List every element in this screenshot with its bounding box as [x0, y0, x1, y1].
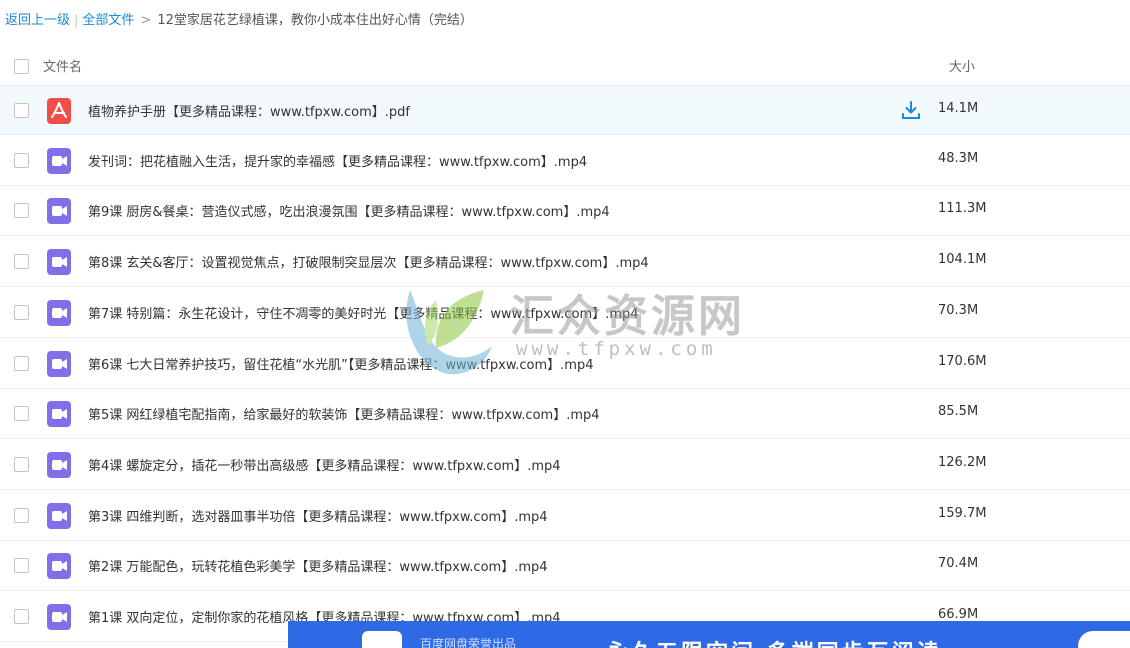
file-size: 48.3M: [938, 150, 979, 166]
row-checkbox[interactable]: [14, 203, 29, 219]
video-icon: [47, 502, 71, 529]
file-name[interactable]: 发刊词：把花植融入生活，提升家的幸福感【更多精品课程：www.tfpxw.com…: [88, 151, 587, 170]
back-link[interactable]: 返回上一级: [5, 13, 70, 28]
file-name[interactable]: 第3课 四维判断，选对器皿事半功倍【更多精品课程：www.tfpxw.com】.…: [88, 506, 548, 525]
file-size: 126.2M: [938, 454, 987, 470]
table-row[interactable]: 第4课 螺旋定分，插花一秒带出高级感【更多精品课程：www.tfpxw.com】…: [0, 440, 1130, 490]
table-row[interactable]: 第2课 万能配色，玩转花植色彩美学【更多精品课程：www.tfpxw.com】.…: [0, 541, 1130, 592]
file-size: 170.6M: [938, 353, 987, 369]
breadcrumb-separator: |: [74, 13, 79, 28]
promo-banner[interactable]: 百度网盘荣誉出品 永久五限空间 多端同步互阅读: [288, 621, 1130, 648]
table-row[interactable]: 植物养护手册【更多精品课程：www.tfpxw.com】.pdf 14.1M: [0, 85, 1130, 135]
row-checkbox[interactable]: [14, 152, 29, 168]
breadcrumb: 返回上一级 | 全部文件 >12堂家居花艺绿植课，教你小成本住出好心情（完结）: [5, 10, 473, 32]
banner-headline: 永久五限空间 多端同步互阅读: [606, 635, 942, 648]
row-checkbox[interactable]: [14, 406, 29, 422]
video-icon: [47, 553, 71, 580]
breadcrumb-arrow: >: [140, 13, 152, 28]
file-name[interactable]: 第7课 特别篇：永生花设计，守住不凋零的美好时光【更多精品课程：www.tfpx…: [88, 303, 639, 322]
file-size: 159.7M: [938, 505, 987, 521]
video-icon: [47, 147, 71, 174]
video-icon: [47, 451, 71, 478]
table-row[interactable]: 第6课 七大日常养护技巧，留住花植“水光肌”【更多精品课程：www.tfpxw.…: [0, 339, 1130, 389]
pdf-icon: [47, 98, 71, 124]
file-size: 70.3M: [938, 302, 979, 318]
all-files-link[interactable]: 全部文件: [82, 13, 134, 28]
video-icon: [47, 350, 71, 377]
table-header: 文件名 大小: [0, 47, 1130, 86]
row-checkbox[interactable]: [14, 558, 29, 574]
banner-action-button[interactable]: [1078, 631, 1130, 648]
video-icon: [47, 198, 71, 225]
column-header-name[interactable]: 文件名: [43, 56, 82, 75]
file-name[interactable]: 第9课 厨房&餐桌：营造仪式感，吃出浪漫氛围【更多精品课程：www.tfpxw.…: [88, 201, 610, 220]
table-row[interactable]: 第7课 特别篇：永生花设计，守住不凋零的美好时光【更多精品课程：www.tfpx…: [0, 288, 1130, 338]
row-checkbox[interactable]: [14, 507, 29, 523]
video-icon: [47, 401, 71, 428]
file-name[interactable]: 第6课 七大日常养护技巧，留住花植“水光肌”【更多精品课程：www.tfpxw.…: [88, 354, 593, 373]
table-row[interactable]: 第5课 网红绿植宅配指南，给家最好的软装饰【更多精品课程：www.tfpxw.c…: [0, 389, 1130, 440]
table-row[interactable]: 第8课 玄关&客厅：设置视觉焦点，打破限制突显层次【更多精品课程：www.tfp…: [0, 237, 1130, 288]
file-name[interactable]: 第8课 玄关&客厅：设置视觉焦点，打破限制突显层次【更多精品课程：www.tfp…: [88, 252, 649, 271]
download-icon[interactable]: [901, 100, 921, 120]
row-checkbox[interactable]: [14, 355, 29, 371]
row-checkbox[interactable]: [14, 304, 29, 320]
video-icon: [47, 249, 71, 276]
select-all-checkbox[interactable]: [14, 59, 29, 74]
row-checkbox[interactable]: [14, 103, 29, 118]
banner-subtitle: 百度网盘荣誉出品: [420, 637, 517, 648]
file-name[interactable]: 植物养护手册【更多精品课程：www.tfpxw.com】.pdf: [88, 101, 410, 120]
table-row[interactable]: 发刊词：把花植融入生活，提升家的幸福感【更多精品课程：www.tfpxw.com…: [0, 136, 1130, 186]
table-row[interactable]: 第3课 四维判断，选对器皿事半功倍【更多精品课程：www.tfpxw.com】.…: [0, 491, 1130, 541]
video-icon: [47, 604, 71, 630]
file-name[interactable]: 第2课 万能配色，玩转花植色彩美学【更多精品课程：www.tfpxw.com】.…: [88, 556, 548, 575]
file-size: 70.4M: [938, 556, 979, 572]
row-checkbox[interactable]: [14, 456, 29, 472]
column-header-size[interactable]: 大小: [949, 56, 975, 75]
file-size: 104.1M: [938, 252, 987, 268]
row-checkbox[interactable]: [14, 609, 29, 624]
app-logo-icon: [362, 631, 402, 648]
table-row[interactable]: 第9课 厨房&餐桌：营造仪式感，吃出浪漫氛围【更多精品课程：www.tfpxw.…: [0, 186, 1130, 237]
file-size: 66.9M: [938, 607, 979, 622]
row-checkbox[interactable]: [14, 254, 29, 270]
file-size: 14.1M: [938, 101, 979, 116]
current-folder: 12堂家居花艺绿植课，教你小成本住出好心情（完结）: [157, 13, 473, 28]
video-icon: [47, 299, 71, 326]
file-name[interactable]: 第4课 螺旋定分，插花一秒带出高级感【更多精品课程：www.tfpxw.com】…: [88, 455, 561, 474]
file-name[interactable]: 第5课 网红绿植宅配指南，给家最好的软装饰【更多精品课程：www.tfpxw.c…: [88, 404, 600, 423]
file-size: 111.3M: [938, 201, 987, 217]
file-size: 85.5M: [938, 404, 979, 420]
